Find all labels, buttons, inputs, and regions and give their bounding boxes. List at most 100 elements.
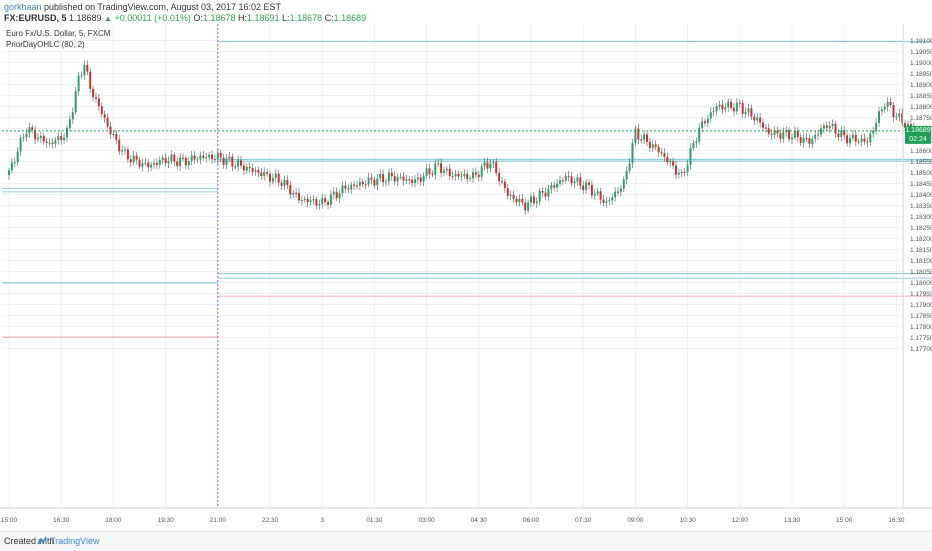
candle-body <box>414 179 416 183</box>
candle-body <box>837 133 840 138</box>
candle-body <box>759 117 762 123</box>
candle-body <box>788 130 791 140</box>
candle-body <box>828 126 831 128</box>
candle-body <box>825 125 828 128</box>
candle-body <box>338 193 341 199</box>
candle-body <box>228 156 231 159</box>
candle-body <box>721 104 724 110</box>
candle-body <box>63 137 66 141</box>
candle-body <box>10 162 13 171</box>
candle-body <box>382 174 385 183</box>
indicator-label[interactable]: PriorDayOHLC (80, 2) <box>6 40 85 49</box>
candle-body <box>704 121 706 124</box>
candle-body <box>588 182 590 185</box>
candle-body <box>234 166 237 168</box>
price-tick-label: 1.18050 <box>910 269 932 276</box>
candle-body <box>28 127 31 134</box>
candle-body <box>295 192 298 194</box>
candle-body <box>13 162 16 164</box>
symbol-line: FX:EURUSD, 5 1.18689 ▲ +0.00011 (+0.01%)… <box>4 13 367 23</box>
candle-body <box>547 189 550 197</box>
candle-body <box>477 174 480 178</box>
candle-body <box>411 179 414 183</box>
candle-body <box>712 111 715 113</box>
ohlc-close: 1.18689 <box>333 13 367 23</box>
candle-body <box>625 170 628 180</box>
candle-body <box>158 160 161 165</box>
candle-body <box>875 122 878 131</box>
candle-body <box>483 162 486 167</box>
candle-body <box>202 155 205 158</box>
candle-body <box>666 156 669 163</box>
candle-body <box>541 191 544 193</box>
candle-body <box>570 176 573 184</box>
candle-body <box>263 172 266 177</box>
candle-body <box>814 134 817 139</box>
candle-body <box>74 91 77 113</box>
candle-body <box>660 152 663 154</box>
candle-body <box>173 154 176 162</box>
candle-body <box>393 176 396 182</box>
candle-body <box>245 166 248 171</box>
candle-body <box>770 133 773 135</box>
candle-body <box>251 168 254 172</box>
candle-body <box>561 180 564 182</box>
candle-body <box>347 188 350 190</box>
candle-body <box>648 141 651 148</box>
chart-header: gorkhaan published on TradingView.com, A… <box>0 0 932 24</box>
time-tick-label: 06:00 <box>523 517 540 524</box>
candle-body <box>155 163 158 165</box>
price-tick-label: 1.18300 <box>910 214 932 221</box>
candle-body <box>683 171 686 173</box>
candle-body <box>764 127 767 129</box>
time-tick-label: 16:30 <box>53 517 70 524</box>
candle-body <box>608 200 611 202</box>
candle-body <box>126 149 129 160</box>
candle-body <box>434 163 437 175</box>
candle-body <box>416 177 419 180</box>
candle-body <box>672 161 675 166</box>
candle-body <box>257 170 260 173</box>
candle-body <box>782 132 785 139</box>
tradingview-link[interactable]: TradingView <box>50 536 100 546</box>
candle-body <box>367 177 370 185</box>
candle-body <box>68 119 71 129</box>
candle-body <box>863 138 866 142</box>
candle-body <box>532 196 535 204</box>
candle-body <box>585 182 588 190</box>
time-tick-label: 09:00 <box>627 517 644 524</box>
candle-body <box>399 176 402 178</box>
candle-body <box>437 163 440 165</box>
candle-body <box>796 130 799 138</box>
candle-body <box>306 198 309 203</box>
candle-body <box>213 159 216 161</box>
author-link[interactable]: gorkhaan <box>4 2 42 12</box>
time-axis[interactable]: 15:00 16:30 18:00 19:30 21:00 22:30 3 01:30 03:0… <box>1 517 932 524</box>
candle-body <box>80 75 83 77</box>
price-axis[interactable]: 1.19100 1.19050 1.19000 1.18950 1.18900 1.188… <box>910 38 932 353</box>
candle-body <box>440 163 443 173</box>
candle-body <box>315 199 318 206</box>
candle-body <box>849 137 851 144</box>
candle-body <box>727 101 730 108</box>
candle-body <box>248 166 251 169</box>
candle-body <box>579 177 582 186</box>
candle-body <box>112 133 115 135</box>
price-tick-label: 1.17750 <box>910 335 932 342</box>
candle-body <box>556 183 559 188</box>
candle-body <box>822 125 825 129</box>
candle-body <box>89 71 92 89</box>
countdown-timer: 02:24 <box>909 136 927 143</box>
candle-body <box>524 202 527 211</box>
candle-body <box>150 164 153 168</box>
candle-body <box>289 184 292 195</box>
candle-body <box>515 198 518 203</box>
candle-body <box>614 191 617 198</box>
candle-body <box>643 134 646 140</box>
grid <box>2 24 903 508</box>
time-tick-label: 16:30 <box>888 517 905 524</box>
candle-body <box>211 154 213 160</box>
candle-body <box>57 136 60 141</box>
candle-body <box>741 103 744 114</box>
price-chart[interactable]: 1.19100 1.19050 1.19000 1.18950 1.18900 1.188… <box>0 24 932 531</box>
